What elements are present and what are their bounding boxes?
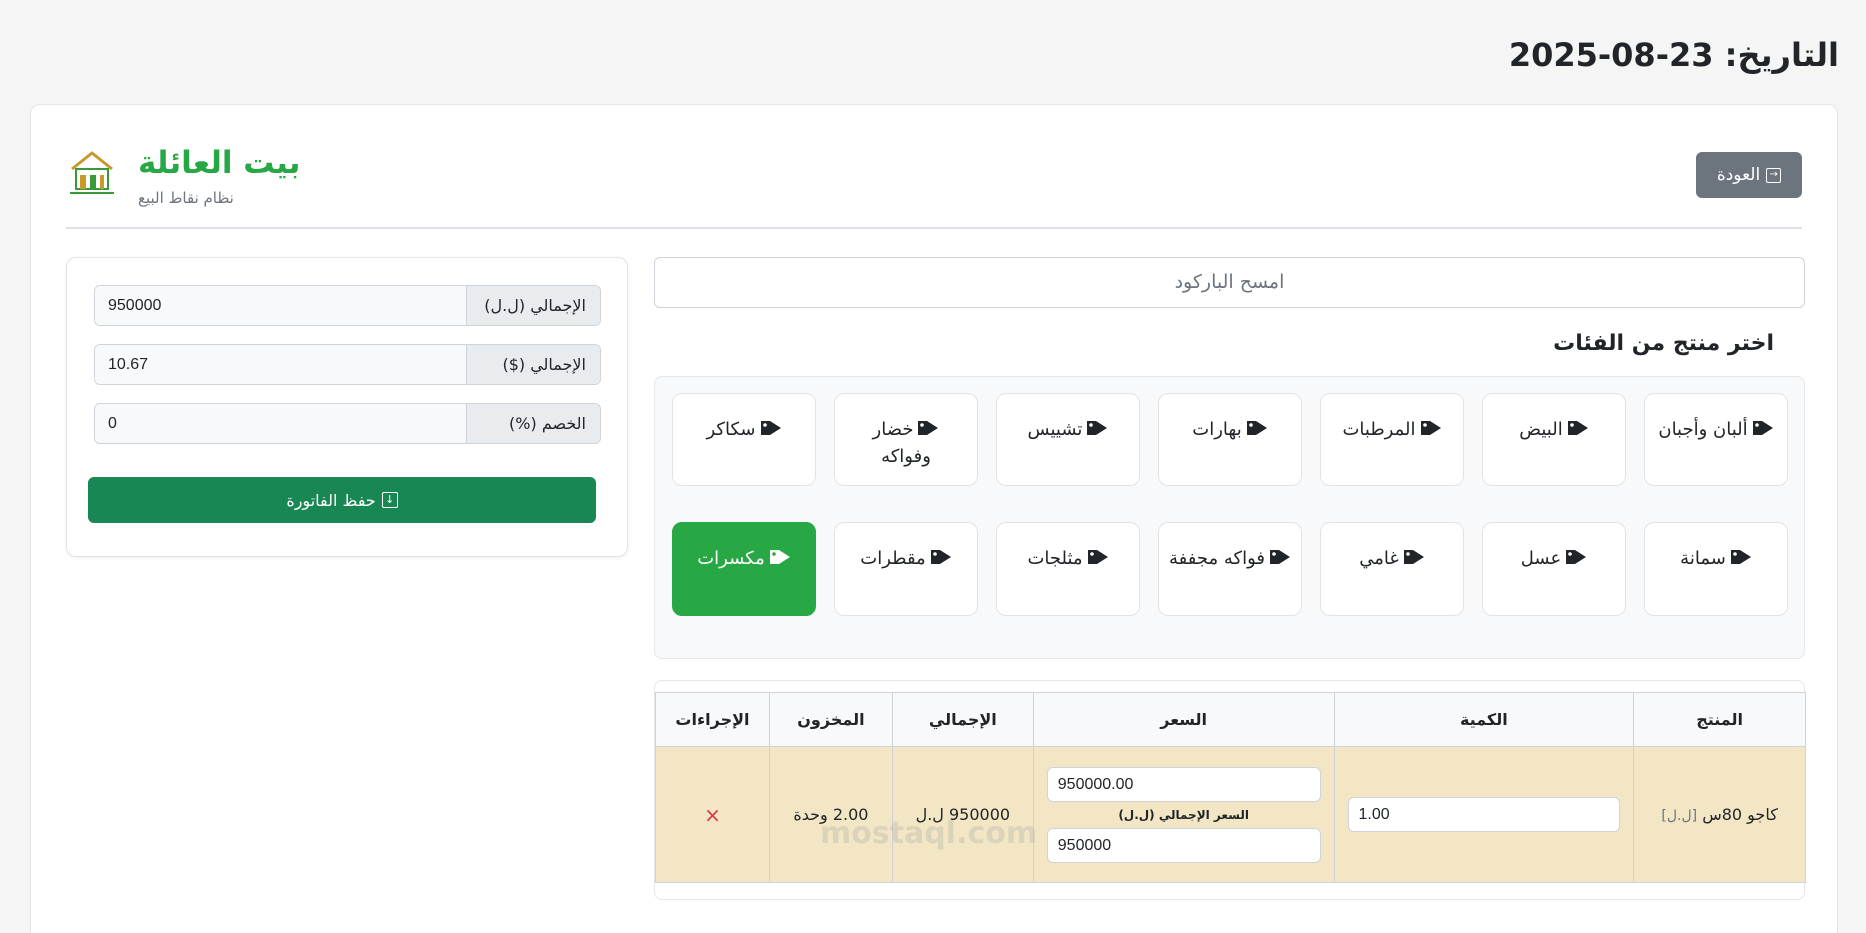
category-label: مقطرات bbox=[860, 548, 926, 569]
discount-value[interactable]: 0 bbox=[95, 404, 466, 443]
tag-icon bbox=[1246, 421, 1267, 435]
categories-grid: ألبان وأجبان البيض المرطبات بهارات تشييس… bbox=[654, 376, 1805, 659]
category-label: بهارات bbox=[1192, 419, 1242, 440]
category-label: مكسرات bbox=[697, 548, 765, 569]
stock-cell: 2.00 وحدة bbox=[768, 746, 893, 883]
tag-icon bbox=[1730, 550, 1751, 564]
total-usd-label: الإجمالي ($) bbox=[466, 345, 600, 384]
table-row: كاجو 80س [ل.ل] 1.00 950000.00 السعر الإج… bbox=[655, 746, 1806, 883]
invoice-table-wrap: المنتج الكمية السعر الإجمالي المخزون الإ… bbox=[654, 680, 1806, 900]
category-dairy[interactable]: ألبان وأجبان bbox=[1644, 393, 1788, 486]
tag-icon bbox=[1567, 421, 1588, 435]
brand-title: بيت العائلة bbox=[138, 145, 301, 181]
barcode-input[interactable]: امسح الباركود bbox=[654, 257, 1805, 308]
category-label: فواكه مجففة bbox=[1169, 548, 1265, 569]
category-ghami[interactable]: غامي bbox=[1320, 522, 1464, 616]
tag-icon bbox=[769, 550, 790, 564]
category-label: المرطبات bbox=[1342, 419, 1416, 440]
categories-title: اختر منتج من الفئات bbox=[1553, 331, 1774, 356]
tag-icon bbox=[1566, 550, 1587, 564]
tag-icon bbox=[1403, 550, 1424, 564]
category-drinks[interactable]: المرطبات bbox=[1320, 393, 1464, 486]
pos-card: بيت العائلة نظام نقاط البيع → العودة الإ… bbox=[30, 104, 1838, 933]
col-total: الإجمالي bbox=[891, 692, 1034, 747]
tag-icon bbox=[1087, 550, 1108, 564]
price-total-input[interactable]: 950000 bbox=[1046, 827, 1321, 863]
category-candy[interactable]: سكاكر bbox=[672, 393, 816, 486]
category-grocery[interactable]: سمانة bbox=[1644, 522, 1788, 616]
logo-icon bbox=[70, 151, 114, 194]
invoice-table: المنتج الكمية السعر الإجمالي المخزون الإ… bbox=[655, 692, 1806, 883]
category-label: تشييس bbox=[1027, 419, 1083, 440]
total-usd-value[interactable]: 10.67 bbox=[95, 345, 466, 384]
col-quantity: الكمية bbox=[1333, 692, 1635, 747]
col-stock: المخزون bbox=[768, 692, 893, 747]
header: بيت العائلة نظام نقاط البيع → العودة bbox=[66, 105, 1802, 229]
back-button-label: العودة bbox=[1716, 165, 1761, 185]
quantity-cell: 1.00 bbox=[1333, 746, 1635, 883]
table-header-row: المنتج الكمية السعر الإجمالي المخزون الإ… bbox=[655, 692, 1806, 747]
category-label: البيض bbox=[1519, 419, 1563, 440]
tag-icon bbox=[930, 550, 951, 564]
category-label: غامي bbox=[1359, 548, 1399, 569]
category-eggs[interactable]: البيض bbox=[1482, 393, 1626, 486]
save-invoice-label: حفظ الفاتورة bbox=[286, 490, 376, 510]
watermark: mostaql.com bbox=[820, 816, 1038, 851]
category-label: سمانة bbox=[1680, 548, 1726, 569]
category-label: سكاكر bbox=[706, 419, 756, 440]
tag-icon bbox=[760, 421, 781, 435]
category-vegetables-fruits[interactable]: خضار وفواكه bbox=[834, 393, 978, 486]
category-nuts[interactable]: مكسرات bbox=[672, 522, 816, 616]
category-distillates[interactable]: مقطرات bbox=[834, 522, 978, 616]
price-total-label: السعر الإجمالي (ل.ل) bbox=[1118, 807, 1249, 822]
total-lbp-label: الإجمالي (ل.ل) bbox=[466, 286, 600, 325]
total-lbp-value[interactable]: 950000 bbox=[95, 286, 466, 325]
category-honey[interactable]: عسل bbox=[1482, 522, 1626, 616]
discount-field[interactable]: الخصم (%) 0 bbox=[94, 403, 601, 444]
quantity-input[interactable]: 1.00 bbox=[1347, 797, 1621, 832]
brand-subtitle: نظام نقاط البيع bbox=[138, 189, 234, 207]
save-invoice-button[interactable]: ↓ حفظ الفاتورة bbox=[88, 477, 596, 523]
tag-icon bbox=[1269, 550, 1290, 564]
col-product: المنتج bbox=[1633, 692, 1806, 747]
category-chips[interactable]: تشييس bbox=[996, 393, 1140, 486]
discount-label: الخصم (%) bbox=[466, 404, 600, 443]
exit-icon: → bbox=[1766, 167, 1782, 183]
back-button[interactable]: → العودة bbox=[1696, 152, 1802, 198]
tag-icon bbox=[918, 421, 939, 435]
invoice-date: التاريخ: 23-08-2025 bbox=[1508, 36, 1839, 74]
download-icon: ↓ bbox=[381, 492, 398, 508]
currency-tag: [ل.ل] bbox=[1661, 808, 1698, 824]
col-actions: الإجراءات bbox=[655, 692, 770, 747]
product-name: كاجو 80س bbox=[1702, 805, 1778, 824]
category-label: ألبان وأجبان bbox=[1658, 419, 1748, 440]
total-cell: 950000 ل.ل bbox=[891, 746, 1034, 883]
category-ice-cream[interactable]: مثلجات bbox=[996, 522, 1140, 616]
category-label: عسل bbox=[1520, 548, 1562, 569]
actions-cell: × bbox=[655, 746, 770, 883]
price-cell: 950000.00 السعر الإجمالي (ل.ل) 950000 bbox=[1032, 746, 1335, 883]
product-cell: كاجو 80س [ل.ل] bbox=[1633, 746, 1806, 883]
category-dried-fruits[interactable]: فواكه مجففة bbox=[1158, 522, 1302, 616]
category-spices[interactable]: بهارات bbox=[1158, 393, 1302, 486]
price-input[interactable]: 950000.00 bbox=[1046, 766, 1321, 802]
tag-icon bbox=[1087, 421, 1108, 435]
tag-icon bbox=[1420, 421, 1441, 435]
total-usd-field[interactable]: الإجمالي ($) 10.67 bbox=[94, 344, 601, 385]
delete-icon[interactable]: × bbox=[704, 803, 721, 827]
total-lbp-field[interactable]: الإجمالي (ل.ل) 950000 bbox=[94, 285, 601, 326]
category-label: مثلجات bbox=[1027, 548, 1083, 569]
col-price: السعر bbox=[1032, 692, 1335, 747]
tag-icon bbox=[1752, 421, 1773, 435]
totals-panel: الإجمالي (ل.ل) 950000 الإجمالي ($) 10.67… bbox=[66, 257, 628, 557]
